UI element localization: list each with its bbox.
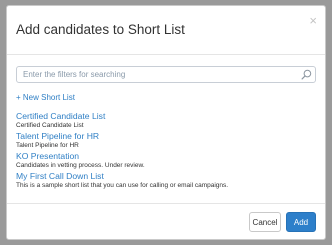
short-list-name-link[interactable]: Talent Pipeline for HR (16, 131, 316, 141)
list-item: My First Call Down List This is a sample… (16, 171, 316, 191)
list-item: KO Presentation Candidates in vetting pr… (16, 151, 316, 171)
short-list-name-link[interactable]: KO Presentation (16, 151, 316, 161)
search-icon[interactable] (301, 69, 312, 80)
add-button[interactable]: Add (286, 212, 316, 232)
add-to-short-list-dialog: Add candidates to Short List × + New Sho… (6, 5, 326, 240)
list-item: Talent Pipeline for HR Talent Pipeline f… (16, 131, 316, 151)
search-input[interactable] (17, 67, 303, 82)
short-list-name-link[interactable]: My First Call Down List (16, 171, 316, 181)
short-list-description: This is a sample short list that you can… (16, 182, 229, 189)
dialog-header: Add candidates to Short List × (7, 6, 325, 55)
list-item: Certified Candidate List Certified Candi… (16, 111, 316, 131)
new-short-list-link[interactable]: + New Short List (16, 93, 75, 102)
dialog-footer: Cancel Add (7, 203, 325, 241)
short-list-name-link[interactable]: Certified Candidate List (16, 111, 316, 121)
short-list-list: Certified Candidate List Certified Candi… (16, 111, 316, 191)
search-field[interactable] (16, 66, 316, 83)
short-list-description: Talent Pipeline for HR (16, 142, 79, 149)
close-icon[interactable]: × (309, 14, 317, 27)
cancel-button[interactable]: Cancel (249, 212, 281, 232)
dialog-title: Add candidates to Short List (16, 22, 185, 37)
short-list-description: Candidates in vetting process. Under rev… (16, 162, 145, 169)
short-list-description: Certified Candidate List (16, 122, 84, 129)
